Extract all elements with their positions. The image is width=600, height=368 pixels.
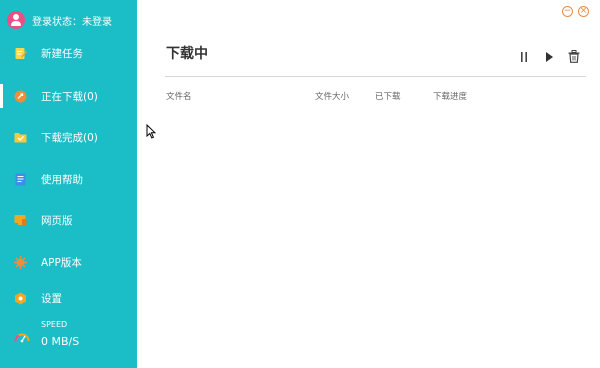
download-complete-icon: [14, 131, 27, 144]
sidebar-item-label: 正在下载(0): [41, 90, 98, 103]
settings-icon: [14, 292, 27, 305]
sidebar-item-download-complete[interactable]: 下载完成(0): [0, 122, 137, 152]
sidebar-item-label: 使用帮助: [41, 173, 83, 186]
login-status-text: 登录状态：未登录: [32, 16, 112, 28]
sidebar-item-label: 下载完成(0): [41, 131, 98, 144]
minimize-icon: −: [563, 6, 572, 16]
sidebar-item-web-version[interactable]: 网页版: [0, 205, 137, 235]
close-icon: ×: [579, 6, 588, 16]
trash-icon: [568, 48, 580, 67]
speed-label: SPEED: [41, 320, 68, 329]
login-status[interactable]: 登录状态：未登录: [7, 10, 112, 30]
mouse-cursor-icon: [146, 123, 157, 140]
column-header-downloaded: 已下载: [375, 92, 401, 102]
sidebar: 登录状态：未登录 新建任务 正在下载(0) 下载完成(0) 使用帮助 网页版 A…: [0, 0, 137, 368]
app-version-icon: [14, 255, 27, 269]
sidebar-item-app-version[interactable]: APP版本: [0, 247, 137, 277]
page-title: 下载中: [166, 46, 208, 62]
sidebar-item-help[interactable]: 使用帮助: [0, 164, 137, 194]
sidebar-item-settings[interactable]: 设置: [0, 283, 137, 313]
play-button[interactable]: [542, 50, 556, 64]
downloading-icon: [14, 90, 27, 103]
sidebar-item-new-task[interactable]: 新建任务: [0, 38, 137, 68]
sidebar-item-label: APP版本: [41, 256, 82, 269]
column-header-progress: 下载进度: [433, 92, 468, 102]
header-divider: [165, 76, 586, 77]
minimize-button[interactable]: −: [562, 6, 573, 17]
help-doc-icon: [14, 173, 27, 186]
delete-button[interactable]: [567, 48, 581, 67]
sidebar-item-label: 设置: [41, 292, 62, 305]
play-icon: [544, 48, 554, 67]
speed-value: 0 MB/S: [41, 335, 80, 348]
sidebar-item-label: 新建任务: [41, 47, 83, 60]
close-button[interactable]: ×: [578, 6, 589, 17]
column-header-filesize: 文件大小: [315, 92, 350, 102]
speedometer-icon: [14, 329, 30, 343]
speed-indicator: SPEED 0 MB/S: [0, 318, 137, 352]
sidebar-item-label: 网页版: [41, 214, 73, 227]
pause-icon: [519, 48, 529, 67]
avatar-icon[interactable]: [7, 11, 25, 29]
sidebar-item-downloading[interactable]: 正在下载(0): [0, 81, 137, 111]
column-header-filename: 文件名: [166, 92, 192, 102]
web-version-icon: [14, 214, 27, 227]
pause-button[interactable]: [517, 50, 531, 64]
new-task-icon: [14, 47, 27, 60]
